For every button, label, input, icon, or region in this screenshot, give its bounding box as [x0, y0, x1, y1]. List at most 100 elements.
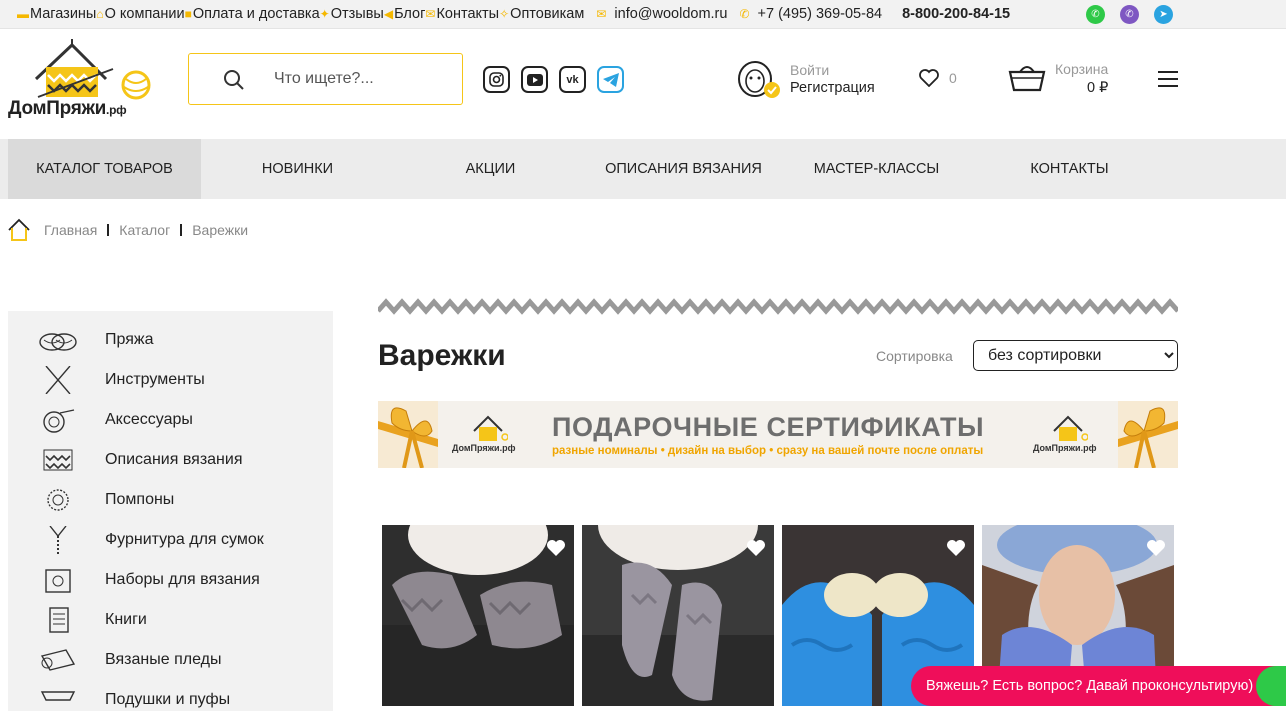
cart-total: 0 ₽: [1087, 80, 1109, 96]
top-bar: ▬ Магазины ⌂ О компании ■ Оплата и доставка…: [0, 0, 1286, 29]
telegram-glyph: [602, 72, 619, 87]
sidebar-item-yarn[interactable]: Пряжа: [8, 320, 333, 360]
topbar-link-blog[interactable]: ◀ Блог: [384, 6, 426, 22]
phone-icon: ✆: [739, 7, 750, 21]
nav-catalog[interactable]: КАТАЛОГ ТОВАРОВ: [8, 139, 201, 199]
search-icon[interactable]: [223, 69, 245, 91]
login-link[interactable]: Войти: [790, 62, 829, 78]
gift-bow-icon: [1118, 401, 1178, 468]
nav-new[interactable]: НОВИНКИ: [201, 139, 394, 199]
basket-icon[interactable]: [1008, 62, 1046, 92]
page-title: Варежки: [378, 339, 506, 372]
vk-glyph: vk: [566, 73, 579, 86]
heart-icon[interactable]: [919, 69, 939, 87]
breadcrumb-separator: [107, 224, 110, 236]
telegram-icon[interactable]: [597, 66, 624, 93]
sidebar-item-kits[interactable]: Наборы для вязания: [8, 560, 333, 600]
breadcrumb-current: Варежки: [192, 222, 249, 238]
sidebar-item-bag-hardware[interactable]: Фурнитура для сумок: [8, 520, 333, 560]
nav-masterclasses[interactable]: МАСТЕР-КЛАССЫ: [780, 139, 973, 199]
favorite-heart-icon[interactable]: [1146, 539, 1166, 557]
favorite-heart-icon[interactable]: [746, 539, 766, 557]
topbar-free-phone[interactable]: 8-800-200-84-15: [902, 6, 1010, 22]
logo-house-icon: [34, 39, 151, 100]
favorite-heart-icon[interactable]: [946, 539, 966, 557]
cushion-icon: [40, 691, 76, 701]
sidebar-item-accessories[interactable]: Аксессуары: [8, 400, 333, 440]
megaphone-icon: ◀: [383, 7, 394, 21]
cart-label[interactable]: Корзина: [1055, 61, 1108, 77]
breadcrumb: Главная Каталог Варежки: [8, 218, 248, 242]
product-card[interactable]: [382, 525, 574, 706]
banner-subtitle: разные номиналы • дизайн на выбор • сраз…: [552, 445, 984, 457]
topbar-link-wholesale[interactable]: ✧ Оптовикам: [499, 6, 584, 22]
nav-sales[interactable]: АКЦИИ: [394, 139, 587, 199]
whatsapp-icon[interactable]: ✆: [1086, 5, 1105, 24]
instagram-icon[interactable]: [483, 66, 510, 93]
main-nav: КАТАЛОГ ТОВАРОВ НОВИНКИ АКЦИИ ОПИСАНИЯ В…: [0, 139, 1286, 199]
knitting-needles-icon: [45, 366, 71, 394]
sidebar-item-blankets[interactable]: Вязаные пледы: [8, 640, 333, 680]
sort-label: Сортировка: [876, 348, 953, 364]
topbar-link-about[interactable]: ⌂ О компании: [96, 6, 184, 22]
menu-icon[interactable]: [1158, 71, 1178, 92]
sidebar-item-pompoms[interactable]: Помпоны: [8, 480, 333, 520]
home-icon[interactable]: [8, 218, 30, 242]
sidebar-item-patterns[interactable]: Описания вязания: [8, 440, 333, 480]
register-link[interactable]: Регистрация: [790, 80, 875, 96]
thumbs-up-icon: ✦: [319, 7, 330, 21]
mail-icon: ✉: [596, 7, 607, 21]
tape-measure-icon: [43, 409, 75, 433]
site-logo[interactable]: ДомПряжи.рф: [8, 39, 163, 139]
favorites-count: 0: [949, 70, 957, 86]
breadcrumb-home[interactable]: Главная: [44, 222, 97, 238]
handshake-icon: ✧: [499, 7, 510, 21]
pompom-icon: [47, 489, 69, 511]
topbar-link-delivery[interactable]: ■ Оплата и доставка: [185, 6, 320, 22]
banner-logo-house-icon: [1053, 415, 1088, 441]
book-icon: [49, 607, 69, 633]
vk-icon[interactable]: vk: [559, 66, 586, 93]
sidebar-item-cushions[interactable]: Подушки и пуфы: [8, 680, 333, 720]
zigzag-divider: [378, 298, 1178, 315]
topbar-link-stores[interactable]: ▬ Магазины: [17, 6, 96, 22]
sort-select[interactable]: без сортировки: [973, 340, 1178, 371]
zipper-icon: [49, 526, 67, 554]
search-input[interactable]: [274, 68, 444, 90]
gift-certificate-banner[interactable]: ДомПряжи.рф ДомПряжи.рф ПОДАРОЧНЫЕ СЕРТИ…: [378, 401, 1178, 468]
youtube-glyph: [526, 73, 543, 86]
category-sidebar: Пряжа Инструменты Аксессуары Описания вя…: [8, 311, 333, 711]
banner-title: ПОДАРОЧНЫЕ СЕРТИФИКАТЫ: [552, 412, 985, 442]
topbar-link-reviews[interactable]: ✦ Отзывы: [320, 6, 384, 22]
sidebar-item-tools[interactable]: Инструменты: [8, 360, 333, 400]
sheep-account-icon[interactable]: [735, 57, 783, 103]
chat-widget[interactable]: Вяжешь? Есть вопрос? Давай проконсультир…: [911, 666, 1286, 706]
nav-patterns[interactable]: ОПИСАНИЯ ВЯЗАНИЯ: [587, 139, 780, 199]
banner-logo-text: ДомПряжи.рф: [1033, 443, 1097, 453]
kit-box-icon: [45, 569, 71, 593]
gift-bow-icon: [378, 401, 438, 468]
sidebar-item-books[interactable]: Книги: [8, 600, 333, 640]
topbar-phone[interactable]: ✆ +7 (495) 369-05-84: [739, 6, 882, 22]
banner-logo-text: ДомПряжи.рф: [452, 443, 516, 453]
store-icon: ▬: [17, 7, 29, 21]
logo-text: ДомПряжи.рф: [8, 98, 127, 119]
nav-contacts[interactable]: КОНТАКТЫ: [973, 139, 1166, 199]
youtube-icon[interactable]: [521, 66, 548, 93]
envelope-icon: ✉: [425, 7, 436, 21]
truck-icon: ■: [184, 7, 192, 21]
instagram-glyph: [489, 72, 504, 87]
header: ДомПряжи.рф vk Войти Регистрация 0 Корзи…: [0, 29, 1286, 138]
product-card[interactable]: [582, 525, 774, 706]
breadcrumb-catalog[interactable]: Каталог: [119, 222, 170, 238]
blanket-icon: [40, 649, 76, 671]
telegram-icon[interactable]: ➤: [1154, 5, 1173, 24]
topbar-link-contacts[interactable]: ✉ Контакты: [425, 6, 499, 22]
viber-icon[interactable]: ✆: [1120, 5, 1139, 24]
topbar-email[interactable]: ✉ info@wooldom.ru: [596, 6, 727, 22]
pattern-icon: [43, 449, 73, 471]
favorite-heart-icon[interactable]: [546, 539, 566, 557]
yarn-icon: [39, 333, 77, 351]
breadcrumb-separator: [180, 224, 183, 236]
search-box: [188, 53, 463, 105]
